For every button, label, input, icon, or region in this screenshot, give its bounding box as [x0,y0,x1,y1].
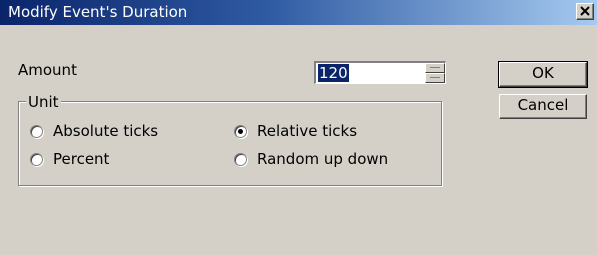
radio-relative-ticks[interactable]: Relative ticks [234,122,357,140]
spin-down-icon [430,77,440,78]
radio-selected-dot [238,128,243,134]
close-icon [580,6,590,16]
cancel-button[interactable]: Cancel [499,94,587,119]
spin-up-button[interactable] [425,63,445,73]
window-title: Modify Event's Duration [8,3,188,21]
radio-button-icon[interactable] [30,152,43,166]
radio-button-icon[interactable] [234,152,247,166]
unit-groupbox [18,101,442,186]
radio-button-icon[interactable] [30,124,43,138]
amount-value[interactable]: 120 [318,64,349,82]
amount-spinner[interactable] [425,63,445,83]
radio-label: Absolute ticks [53,122,159,140]
title-bar: Modify Event's Duration [0,0,597,25]
amount-field[interactable]: 120 [314,61,446,84]
close-button[interactable] [576,3,594,20]
amount-label: Amount [18,61,77,79]
radio-label: Random up down [257,150,389,168]
radio-label: Percent [53,150,110,168]
ok-button[interactable]: OK [498,61,588,88]
radio-label: Relative ticks [257,122,358,140]
radio-button-icon[interactable] [234,124,247,138]
unit-group-label: Unit [26,93,61,111]
spin-down-button[interactable] [425,73,445,83]
radio-percent[interactable]: Percent [30,150,109,168]
radio-absolute-ticks[interactable]: Absolute ticks [30,122,158,140]
radio-random-up-down[interactable]: Random up down [234,150,388,168]
spin-up-icon [430,67,440,68]
